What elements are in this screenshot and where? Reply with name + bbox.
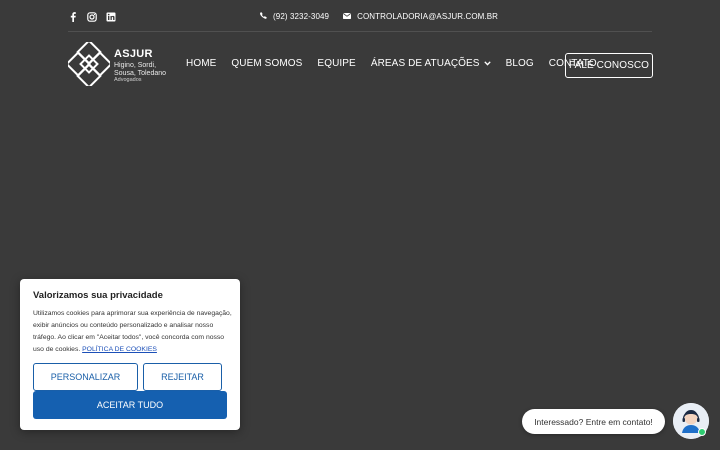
nav-equipe-label: EQUIPE bbox=[317, 58, 356, 69]
site-logo[interactable]: ASJUR Higino, Sordi, Sousa, Toledano Adv… bbox=[65, 39, 166, 91]
social-links bbox=[68, 11, 116, 22]
nav-quem-somos[interactable]: QUEM SOMOS bbox=[231, 58, 302, 69]
logo-brand: ASJUR bbox=[114, 48, 153, 61]
customize-button[interactable]: PERSONALIZAR bbox=[33, 363, 138, 391]
main-nav: HOME QUEM SOMOS EQUIPE ÁREAS DE ATUAÇÕES… bbox=[186, 58, 612, 69]
chevron-down-icon bbox=[483, 58, 491, 69]
nav-home-label: HOME bbox=[186, 58, 217, 69]
cookie-policy-link[interactable]: POLÍTICA DE COOKIES bbox=[82, 346, 157, 353]
chat-prompt-bubble[interactable]: Interessado? Entre em contato! bbox=[522, 409, 665, 434]
phone-icon bbox=[260, 12, 267, 21]
facebook-icon[interactable] bbox=[68, 11, 78, 22]
nav-blog-label: BLOG bbox=[505, 58, 534, 69]
nav-blog[interactable]: BLOG bbox=[506, 58, 534, 69]
top-bar: (92) 3232-3049 CONTROLADORIA@ASJUR.COM.B… bbox=[68, 8, 652, 25]
contact-info: (92) 3232-3049 CONTROLADORIA@ASJUR.COM.B… bbox=[260, 8, 498, 25]
instagram-icon[interactable] bbox=[87, 11, 97, 22]
header-divider bbox=[68, 31, 652, 32]
phone-number: (92) 3232-3049 bbox=[273, 12, 330, 21]
logo-line-1: Higino, Sordi, bbox=[114, 62, 157, 70]
cookie-consent-dialog: Valorizamos sua privacidade Utilizamos c… bbox=[20, 279, 240, 430]
accept-all-button[interactable]: ACEITAR TUDO bbox=[33, 391, 227, 419]
cookie-body: Utilizamos cookies para aprimorar sua ex… bbox=[33, 308, 233, 356]
online-status-dot bbox=[698, 428, 706, 436]
fale-conosco-button[interactable]: FALE CONOSCO bbox=[565, 53, 653, 78]
nav-areas-de-atuacoes[interactable]: ÁREAS DE ATUAÇÕES bbox=[371, 58, 491, 69]
logo-line-3: Advogados bbox=[114, 77, 142, 84]
nav-quem-somos-label: QUEM SOMOS bbox=[231, 58, 303, 69]
nav-areas-label: ÁREAS DE ATUAÇÕES bbox=[370, 58, 480, 69]
cookie-title: Valorizamos sua privacidade bbox=[33, 290, 163, 301]
email-contact[interactable]: CONTROLADORIA@ASJUR.COM.BR bbox=[343, 12, 498, 21]
logo-text: ASJUR Higino, Sordi, Sousa, Toledano Adv… bbox=[114, 49, 166, 84]
nav-home[interactable]: HOME bbox=[186, 58, 216, 69]
email-address: CONTROLADORIA@ASJUR.COM.BR bbox=[357, 12, 499, 21]
reject-button[interactable]: REJEITAR bbox=[143, 363, 222, 391]
site-header: ASJUR Higino, Sordi, Sousa, Toledano Adv… bbox=[65, 39, 653, 91]
logo-line-2: Sousa, Toledano bbox=[114, 69, 167, 77]
nav-equipe[interactable]: EQUIPE bbox=[317, 58, 355, 69]
asjur-logo-icon bbox=[65, 39, 113, 91]
envelope-icon bbox=[343, 12, 352, 21]
phone-contact[interactable]: (92) 3232-3049 bbox=[260, 12, 329, 21]
linkedin-icon[interactable] bbox=[106, 12, 116, 22]
